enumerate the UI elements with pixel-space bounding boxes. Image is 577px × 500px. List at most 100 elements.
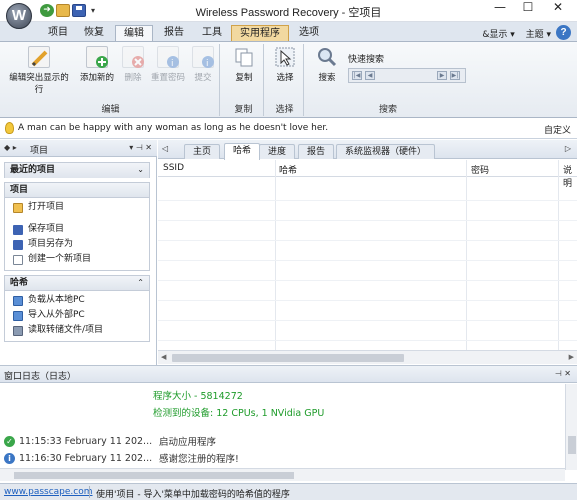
tab-scroll-right-icon[interactable]: ▷: [565, 144, 571, 153]
search-label: 搜索: [318, 73, 336, 83]
panel-pin-close-icon[interactable]: ▾ ⊣ ✕: [129, 143, 152, 152]
select-button[interactable]: 选择: [270, 46, 300, 83]
tab-scroll-left-icon[interactable]: ◁: [162, 144, 168, 153]
tab-home-page[interactable]: 主页: [184, 144, 221, 159]
new-project-label: 创建一个新项目: [28, 254, 92, 264]
add-new-label: 添加新的: [79, 73, 114, 83]
select-group-label: 选择: [275, 105, 294, 115]
tab-report[interactable]: 报告: [156, 25, 192, 42]
project-section-header[interactable]: 项目: [5, 183, 149, 198]
log-entry-time: 11:16:30 February 11 202...: [19, 452, 153, 464]
save-as-icon: [13, 239, 23, 250]
tip-bar: A man can be happy with any woman as lon…: [0, 119, 577, 139]
new-project-item[interactable]: 创建一个新项目: [5, 252, 149, 267]
next-result-icon[interactable]: ▶: [437, 71, 447, 80]
column-ssid[interactable]: SSID: [163, 163, 184, 173]
log-entry[interactable]: ✓ 11:15:33 February 11 202... 启动应用程序: [4, 434, 216, 448]
first-result-icon[interactable]: |◀: [352, 71, 362, 80]
save-project-label: 保存项目: [28, 224, 65, 234]
search-group-label: 搜索: [378, 105, 397, 115]
search-group: 搜索 快速搜索 |◀ ◀ ▶ ▶| 搜索: [308, 44, 468, 116]
panel-nav-arrows-icon[interactable]: ◆ ▸: [4, 143, 17, 152]
search-button[interactable]: 搜索: [312, 46, 342, 83]
read-dump-file-item[interactable]: 读取转储文件/项目: [5, 323, 149, 338]
add-new-button[interactable]: 添加新的: [76, 46, 118, 83]
grid-line: [158, 320, 577, 321]
tab-project[interactable]: 项目: [40, 25, 76, 42]
load-local-pc-label: 负载从本地PC: [28, 295, 85, 305]
tab-hash[interactable]: 哈希: [224, 143, 261, 160]
reset-password-label: 重置密码: [150, 73, 185, 83]
tab-tools[interactable]: 工具: [194, 25, 230, 42]
hash-content-area: ◁ 主页 哈希 进度 报告 系统监视器（硬件） ▷ SSID 哈希 密码 说明 …: [158, 140, 577, 365]
open-project-item[interactable]: 打开项目: [5, 200, 149, 215]
tab-recover[interactable]: 恢复: [76, 25, 112, 42]
log-entry-message: 感谢您注册的程序!: [159, 454, 239, 465]
edit-highlighted-row-button[interactable]: 编辑突出显示的行: [6, 46, 72, 95]
log-vertical-scrollbar[interactable]: [565, 384, 577, 470]
show-menu[interactable]: &显示 ▾: [482, 30, 514, 40]
project-panel-header: ◆ ▸ 项目 ▾ ⊣ ✕: [0, 140, 157, 157]
customize-link[interactable]: 自定义: [544, 123, 571, 136]
maximize-button[interactable]: ☐: [514, 0, 542, 22]
load-local-pc-item[interactable]: 负载从本地PC: [5, 293, 149, 308]
content-tab-strip: ◁ 主页 哈希 进度 报告 系统监视器（硬件） ▷: [158, 140, 577, 160]
scroll-right-arrow-icon[interactable]: ▶: [569, 353, 574, 361]
log-horizontal-scrollbar[interactable]: [0, 468, 565, 481]
project-panel-title: 项目: [30, 146, 49, 156]
read-dump-file-label: 读取转储文件/项目: [28, 325, 104, 335]
submit-button[interactable]: i 提交: [188, 46, 218, 83]
scrollbar-thumb[interactable]: [14, 472, 294, 479]
hash-table-header: SSID 哈希 密码 说明: [158, 160, 577, 189]
scrollbar-thumb[interactable]: [568, 436, 576, 454]
recent-projects-section[interactable]: 最近的项目 ⌄: [4, 162, 150, 178]
tab-system-monitor[interactable]: 系统监视器（硬件）: [336, 144, 436, 159]
column-hash[interactable]: 哈希: [279, 163, 297, 176]
website-link[interactable]: www.passcape.com: [4, 487, 93, 497]
panel-pin-close-icon[interactable]: ⊣ ✕: [555, 369, 571, 378]
ribbon-tab-row: 项目 恢复 编辑 报告 工具 实用程序 选项 &显示 ▾ 主题 ▾: [0, 22, 577, 42]
project-section: 项目 打开项目 保存项目 项目另存为 创建一个新项目: [4, 182, 150, 271]
scrollbar-thumb[interactable]: [172, 354, 404, 362]
prev-result-icon[interactable]: ◀: [365, 71, 375, 80]
recent-projects-title: 最近的项目: [10, 165, 56, 175]
quick-search-input[interactable]: |◀ ◀ ▶ ▶|: [348, 68, 466, 83]
tab-report-view[interactable]: 报告: [298, 144, 335, 159]
lightbulb-icon: [5, 122, 14, 134]
save-project-item[interactable]: 保存项目: [5, 222, 149, 237]
copy-button[interactable]: 复制: [228, 46, 260, 83]
info-icon: i: [4, 452, 15, 464]
minimize-button[interactable]: —: [486, 0, 514, 22]
copy-group: 复制 复制: [224, 44, 264, 116]
app-menu-button[interactable]: W: [6, 3, 32, 29]
help-icon[interactable]: ?: [556, 25, 571, 40]
select-group: 选择 选择: [266, 44, 304, 116]
quick-search-label: 快速搜索: [348, 55, 385, 65]
tab-progress[interactable]: 进度: [259, 144, 296, 159]
import-external-pc-item[interactable]: 导入从外部PC: [5, 308, 149, 323]
tab-options[interactable]: 选项: [291, 25, 327, 42]
save-project-as-item[interactable]: 项目另存为: [5, 237, 149, 252]
scroll-left-arrow-icon[interactable]: ◀: [161, 353, 166, 361]
tab-utility[interactable]: 实用程序: [231, 25, 289, 42]
column-password[interactable]: 密码: [471, 163, 489, 176]
grid-line: [158, 260, 577, 261]
tab-edit[interactable]: 编辑: [115, 25, 153, 42]
ribbon-right-menus: &显示 ▾ 主题 ▾: [474, 27, 551, 40]
computer-icon: [13, 295, 23, 306]
theme-menu[interactable]: 主题 ▾: [526, 30, 551, 40]
grid-line: [158, 200, 577, 201]
recent-projects-header[interactable]: 最近的项目 ⌄: [5, 163, 149, 178]
column-description[interactable]: 说明: [563, 163, 577, 189]
delete-button[interactable]: 删除: [118, 46, 148, 83]
last-result-icon[interactable]: ▶|: [450, 71, 460, 80]
log-entry[interactable]: i 11:16:30 February 11 202... 感谢您注册的程序!: [4, 451, 239, 465]
edit-group-label: 编辑: [101, 105, 120, 115]
reset-password-button[interactable]: i 重置密码: [148, 46, 188, 83]
hash-section-header[interactable]: 哈希 ⌃: [5, 276, 149, 291]
close-button[interactable]: ✕: [544, 0, 572, 22]
copy-label: 复制: [235, 73, 253, 83]
collapse-icon[interactable]: ⌃: [137, 276, 144, 290]
table-horizontal-scrollbar[interactable]: ◀ ▶: [158, 350, 577, 364]
expand-icon[interactable]: ⌄: [137, 163, 144, 177]
